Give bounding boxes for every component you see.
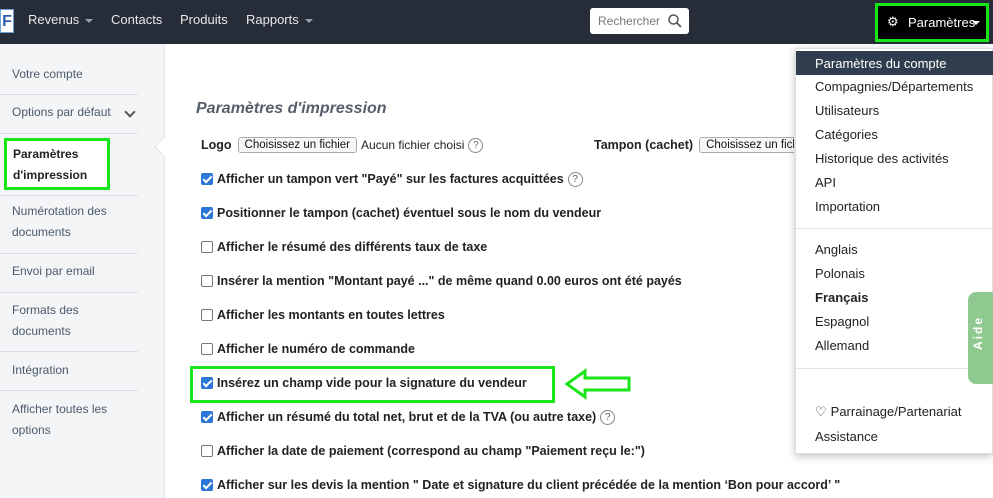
option-row: Afficher la date de paiement (correspond…: [201, 442, 645, 460]
divider: [796, 228, 993, 229]
menu-item-label: Paramètres du compte: [815, 56, 947, 71]
nav-contacts[interactable]: Contacts: [111, 12, 162, 27]
sidebar-item-integration[interactable]: Intégration: [12, 360, 137, 381]
page-title: Paramètres d'impression: [196, 100, 387, 117]
help-icon[interactable]: ?: [600, 409, 616, 425]
stamp-label: Tampon (cachet): [594, 138, 694, 152]
menu-item-assistance[interactable]: Assistance: [815, 429, 878, 444]
sidebar-item-votre-compte[interactable]: Votre compte: [12, 64, 137, 85]
settings-dropdown-menu: Paramètres du compte Compagnies/Départem…: [795, 48, 993, 454]
option-label[interactable]: Afficher les montants en toutes lettres: [217, 308, 445, 322]
search-input[interactable]: [598, 12, 668, 30]
no-file-text: Aucun fichier choisi: [361, 138, 465, 152]
option-checkbox[interactable]: [201, 343, 213, 355]
divider: [0, 253, 138, 254]
sidebar-item-envoi-email[interactable]: Envoi par email: [12, 261, 137, 282]
divider: [0, 351, 138, 352]
menu-item-allemand[interactable]: Allemand: [815, 338, 869, 353]
option-row: Afficher le numéro de commande: [201, 340, 415, 358]
stamp-row: Tampon (cachet) Choisissez un fich: [594, 136, 794, 154]
option-checkbox[interactable]: [201, 479, 213, 491]
option-label[interactable]: Afficher sur les devis la mention " Date…: [217, 478, 840, 492]
divider: [0, 133, 138, 134]
option-row: Positionner le tampon (cachet) éventuel …: [201, 204, 601, 222]
logo-label: Logo: [201, 138, 232, 152]
option-label[interactable]: Afficher le résumé des différents taux d…: [217, 240, 487, 254]
option-checkbox[interactable]: [201, 445, 213, 457]
menu-item-importation[interactable]: Importation: [815, 199, 880, 214]
heart-icon: ♡: [815, 404, 827, 419]
menu-item-francais[interactable]: Français: [815, 290, 868, 305]
divider: [0, 390, 138, 391]
option-row: Insérer la mention "Montant payé ..." de…: [201, 272, 682, 290]
divider: [0, 195, 138, 196]
option-label[interactable]: Insérer la mention "Montant payé ..." de…: [217, 274, 682, 288]
option-row: Afficher sur les devis la mention " Date…: [201, 476, 840, 494]
option-label[interactable]: Afficher un tampon vert "Payé" sur les f…: [217, 172, 564, 186]
option-checkbox[interactable]: [201, 411, 213, 423]
sidebar-item-options-defaut[interactable]: Options par défaut: [12, 102, 137, 123]
help-icon[interactable]: ?: [567, 171, 583, 187]
help-icon[interactable]: ?: [468, 137, 484, 153]
caret-down-icon: [85, 18, 94, 23]
option-checkbox[interactable]: [201, 309, 213, 321]
caret-down-icon: [304, 18, 313, 23]
menu-item-parametres-compte[interactable]: Paramètres du compte: [796, 51, 993, 75]
menu-item-utilisateurs[interactable]: Utilisateurs: [815, 103, 879, 118]
search-icon[interactable]: [668, 14, 682, 28]
sidebar-item-parametres-impression[interactable]: Paramètres d'impression: [4, 138, 110, 190]
nav-revenus[interactable]: Revenus: [28, 12, 94, 27]
help-tab[interactable]: Aide: [968, 292, 993, 384]
option-label[interactable]: Positionner le tampon (cachet) éventuel …: [217, 206, 601, 220]
option-checkbox[interactable]: [201, 173, 213, 185]
nav-produits[interactable]: Produits: [180, 12, 228, 27]
option-row: Afficher un tampon vert "Payé" sur les f…: [201, 170, 583, 188]
option-label[interactable]: Afficher un résumé du total net, brut et…: [217, 410, 596, 424]
settings-label: Paramètres: [908, 15, 976, 30]
option-label[interactable]: Afficher le numéro de commande: [217, 342, 415, 356]
sidebar-item-formats[interactable]: Formats des documents: [12, 300, 137, 342]
menu-item-polonais[interactable]: Polonais: [815, 266, 865, 281]
divider: [0, 94, 138, 95]
sidebar-item-label: Paramètres d'impression: [13, 147, 88, 182]
sidebar-item-toutes-options[interactable]: Afficher toutes les options: [12, 399, 137, 441]
option-row: Afficher un résumé du total net, brut et…: [201, 408, 616, 426]
sidebar-item-numerotation[interactable]: Numérotation des documents: [12, 201, 137, 243]
app-logo[interactable]: F: [0, 9, 14, 33]
menu-item-compagnies[interactable]: Compagnies/Départements: [815, 79, 973, 94]
logo-row: Logo Choisissez un fichier Aucun fichier…: [201, 136, 484, 154]
option-row: Afficher le résumé des différents taux d…: [201, 238, 487, 256]
nav-rapports-label: Rapports: [246, 12, 299, 27]
top-navbar: F Revenus Contacts Produits Rapports ⚙ P…: [0, 0, 993, 44]
nav-produits-label: Produits: [180, 12, 228, 27]
option-checkbox[interactable]: [201, 241, 213, 253]
divider: [796, 368, 993, 369]
menu-item-anglais[interactable]: Anglais: [815, 242, 858, 257]
stamp-file-button[interactable]: Choisissez un fich: [699, 137, 794, 153]
logo-file-button[interactable]: Choisissez un fichier: [237, 137, 358, 153]
settings-sidebar: Votre compte Options par défaut Paramètr…: [0, 44, 165, 498]
option-checkbox[interactable]: [201, 275, 213, 287]
menu-item-historique[interactable]: Historique des activités: [815, 151, 949, 166]
nav-revenus-label: Revenus: [28, 12, 80, 27]
option-label[interactable]: Afficher la date de paiement (correspond…: [217, 444, 645, 458]
menu-item-espagnol[interactable]: Espagnol: [815, 314, 869, 329]
menu-item-parrainage[interactable]: ♡ Parrainage/Partenariat: [815, 404, 961, 420]
caret-down-icon: [972, 21, 980, 25]
gear-icon: ⚙: [887, 14, 899, 29]
highlight-box: [190, 366, 555, 403]
settings-button[interactable]: ⚙ Paramètres: [875, 3, 989, 42]
nav-contacts-label: Contacts: [111, 12, 163, 27]
option-checkbox[interactable]: [201, 207, 213, 219]
menu-item-categories[interactable]: Catégories: [815, 127, 878, 142]
divider: [0, 292, 138, 293]
menu-item-label: Parrainage/Partenariat: [830, 404, 962, 419]
search-box: [590, 8, 689, 34]
nav-rapports[interactable]: Rapports: [246, 12, 313, 27]
help-tab-label: Aide: [971, 315, 985, 350]
menu-item-api[interactable]: API: [815, 175, 836, 190]
arrow-left-icon: [564, 368, 631, 400]
option-row: Afficher les montants en toutes lettres: [201, 306, 445, 324]
